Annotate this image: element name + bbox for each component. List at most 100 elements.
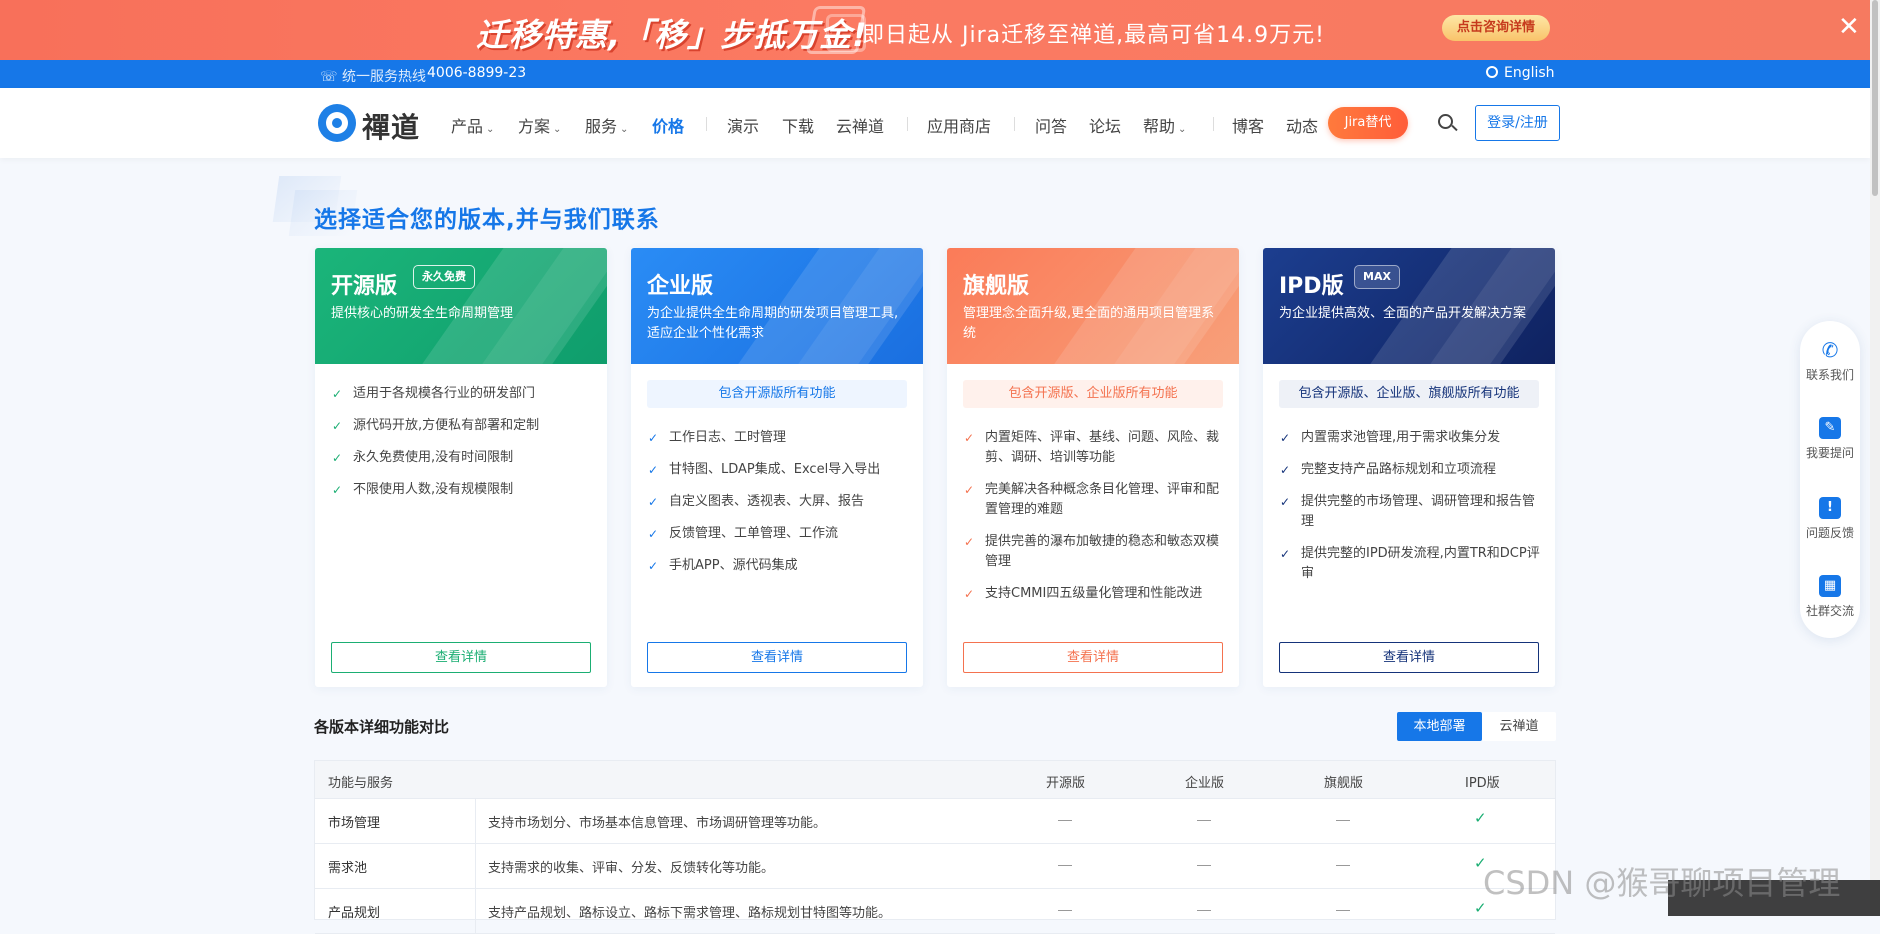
check-icon: ✓ (1280, 495, 1291, 509)
chevron-down-icon: ⌄ (1178, 124, 1187, 135)
nav-item-product[interactable]: 产品 ⌄ (451, 113, 494, 137)
logo[interactable]: 禪道 (318, 102, 436, 144)
tab-local-deploy[interactable]: 本地部署 (1397, 712, 1482, 741)
plan-card-ipd: IPD版 MAX 为企业提供高效、全面的产品开发解决方案 包含开源版、企业版、旗… (1263, 248, 1555, 687)
tab-cloud[interactable]: 云禅道 (1482, 712, 1556, 741)
nav-item-appstore[interactable]: 应用商店 (927, 113, 991, 137)
watermark: CSDN @猴哥聊项目管理 (1483, 864, 1841, 902)
plan-feature: ✓ 甘特图、LDAP集成、Excel导入导出 (647, 460, 909, 480)
nav-item-price[interactable]: 价格 (652, 113, 684, 137)
plan-detail-button[interactable]: 查看详情 (647, 642, 907, 673)
contact-us-button[interactable]: ✆ 联系我们 (1800, 339, 1860, 383)
plan-feature: ✓ 反馈管理、工单管理、工作流 (647, 524, 909, 544)
nav-item-forum[interactable]: 论坛 (1089, 113, 1121, 137)
plan-feature: ✓ 完美解决各种概念条目化管理、评审和配置管理的难题 (964, 482, 1220, 517)
plan-feature: ✓ 提供完善的瀑布加敏捷的稳态和敏态双模管理 (964, 534, 1220, 569)
nav-item-qa[interactable]: 问答 (1035, 113, 1067, 137)
feature-desc: 支持市场划分、市场基本信息管理、市场调研管理等功能。 (488, 816, 827, 831)
plan-card-header: IPD版 MAX 为企业提供高效、全面的产品开发解决方案 (1263, 248, 1555, 364)
nav-item-service[interactable]: 服务 ⌄ (585, 113, 628, 137)
nav-divider (706, 117, 707, 131)
close-icon[interactable]: ✕ (1838, 12, 1860, 42)
plan-feature: ✓ 手机APP、源代码集成 (647, 556, 909, 576)
logo-mark-icon (318, 104, 356, 142)
check-icon: ✓ (332, 387, 343, 401)
check-icon: ✓ (964, 483, 975, 497)
check-icon: ✓ (648, 463, 659, 477)
promo-cta-button[interactable]: 点击咨询详情 (1442, 15, 1550, 41)
nav-item-cloud[interactable]: 云禅道 (836, 113, 884, 137)
community-button[interactable]: ▦ 社群交流 (1800, 575, 1860, 619)
scrollbar[interactable] (1870, 0, 1880, 916)
feedback-button[interactable]: ! 问题反馈 (1800, 497, 1860, 541)
plan-card-open-source: 开源版 永久免费 提供核心的研发全生命周期管理 ✓ 适用于各规模各行业的研发部门 … (315, 248, 607, 687)
column-header: IPD版 (1465, 776, 1500, 791)
nav-item-solution[interactable]: 方案 ⌄ (518, 113, 561, 137)
main-nav: 禪道 产品 ⌄ 方案 ⌄ 服务 ⌄ 价格 演示 下载 云禅道 应用商店 问答 论坛 帮… (0, 88, 1870, 158)
column-header: 企业版 (1185, 776, 1225, 791)
not-included-icon (1197, 865, 1211, 866)
plan-feature: ✓ 源代码开放,方便私有部署和定制 (331, 416, 593, 436)
plan-feature-list: ✓ 适用于各规模各行业的研发部门 ✓ 源代码开放,方便私有部署和定制 ✓ 永久免费使用… (331, 384, 593, 512)
hotline-label: ☏ 统一服务热线 (320, 69, 426, 85)
not-included-icon (1197, 910, 1211, 911)
feature-name: 市场管理 (328, 816, 381, 831)
plan-detail-button[interactable]: 查看详情 (963, 642, 1223, 673)
search-icon[interactable] (1438, 114, 1458, 134)
plan-detail-button[interactable]: 查看详情 (1279, 642, 1539, 673)
plan-feature: ✓ 自定义图表、透视表、大屏、报告 (647, 492, 909, 512)
plan-title: 旗舰版 (963, 274, 1030, 299)
edit-icon: ✎ (1819, 417, 1841, 439)
column-header: 功能与服务 (328, 776, 394, 791)
jira-replace-button[interactable]: Jira替代 (1328, 107, 1408, 139)
not-included-icon (1058, 865, 1072, 866)
nav-item-help[interactable]: 帮助 ⌄ (1143, 113, 1186, 137)
check-icon: ✓ (648, 495, 659, 509)
floating-menu: ✆ 联系我们 ✎ 我要提问 ! 问题反馈 ▦ 社群交流 (1800, 321, 1860, 638)
plan-feature: ✓ 提供完整的市场管理、调研管理和报告管理 (1280, 494, 1536, 529)
plan-includes: 包含开源版所有功能 (647, 380, 907, 408)
plan-badge: MAX (1354, 265, 1400, 289)
plan-feature: ✓ 内置需求池管理,用于需求收集分发 (1279, 428, 1541, 448)
plan-description: 为企业提供高效、全面的产品开发解决方案 (1279, 306, 1527, 321)
not-included-icon (1197, 820, 1211, 821)
ask-question-button[interactable]: ✎ 我要提问 (1800, 417, 1860, 461)
plan-detail-button[interactable]: 查看详情 (331, 642, 591, 673)
qrcode-icon: ▦ (1819, 575, 1841, 597)
chevron-down-icon: ⌄ (620, 124, 629, 135)
nav-item-blog[interactable]: 博客 (1232, 113, 1264, 137)
plan-title: 开源版 (331, 274, 398, 299)
check-icon: ✓ (1474, 809, 1487, 827)
login-register-button[interactable]: 登录/注册 (1475, 105, 1560, 141)
alert-icon: ! (1819, 497, 1841, 519)
nav-item-news[interactable]: 动态 (1286, 113, 1318, 137)
language-switch[interactable]: English (1486, 65, 1555, 81)
check-icon: ✓ (332, 451, 343, 465)
nav-item-demo[interactable]: 演示 (727, 113, 759, 137)
plan-feature-list: ✓ 内置矩阵、评审、基线、问题、风险、裁剪、调研、培训等功能 ✓ 完美解决各种概念条… (963, 428, 1225, 616)
feature-desc: 支持产品规划、路标设立、路标下需求管理、路标规划甘特图等功能。 (488, 906, 892, 921)
promo-subline: 即日起从 Jira迁移至禅道,最高可省14.9万元! (862, 23, 1325, 48)
chevron-down-icon: ⌄ (553, 124, 562, 135)
plan-feature-list: ✓ 工作日志、工时管理 ✓ 甘特图、LDAP集成、Excel导入导出 ✓ 自定义图表、… (647, 428, 909, 588)
page-title: 选择适合您的版本,并与我们联系 (314, 207, 660, 233)
check-icon: ✓ (648, 527, 659, 541)
feature-name: 产品规划 (328, 906, 381, 921)
check-icon: ✓ (332, 483, 343, 497)
plan-title: IPD版 (1279, 274, 1344, 299)
scrollbar-thumb[interactable] (1872, 0, 1878, 196)
promo-banner: 迁移特惠,「移」步抵万金! 即日起从 Jira迁移至禅道,最高可省14.9万元!… (0, 0, 1870, 60)
check-icon: ✓ (648, 431, 659, 445)
plan-feature: ✓ 不限使用人数,没有规模限制 (331, 480, 593, 500)
plan-description: 管理理念全面升级,更全面的通用项目管理系统 (963, 306, 1215, 341)
plan-feature-list: ✓ 内置需求池管理,用于需求收集分发 ✓ 完整支持产品路标规划和立项流程 ✓ 提供完整… (1279, 428, 1541, 596)
not-included-icon (1336, 820, 1350, 821)
nav-item-download[interactable]: 下载 (782, 113, 814, 137)
phone-icon: ✆ (1819, 339, 1841, 361)
feature-desc: 支持需求的收集、评审、分发、反馈转化等功能。 (488, 861, 775, 876)
check-icon: ✓ (1280, 431, 1291, 445)
chevron-down-icon: ⌄ (486, 124, 495, 135)
plan-includes: 包含开源版、企业版、旗舰版所有功能 (1279, 380, 1539, 408)
plan-card-enterprise: 企业版 为企业提供全生命周期的研发项目管理工具,适应企业个性化需求 包含开源版所… (631, 248, 923, 687)
plan-description: 提供核心的研发全生命周期管理 (331, 306, 514, 321)
